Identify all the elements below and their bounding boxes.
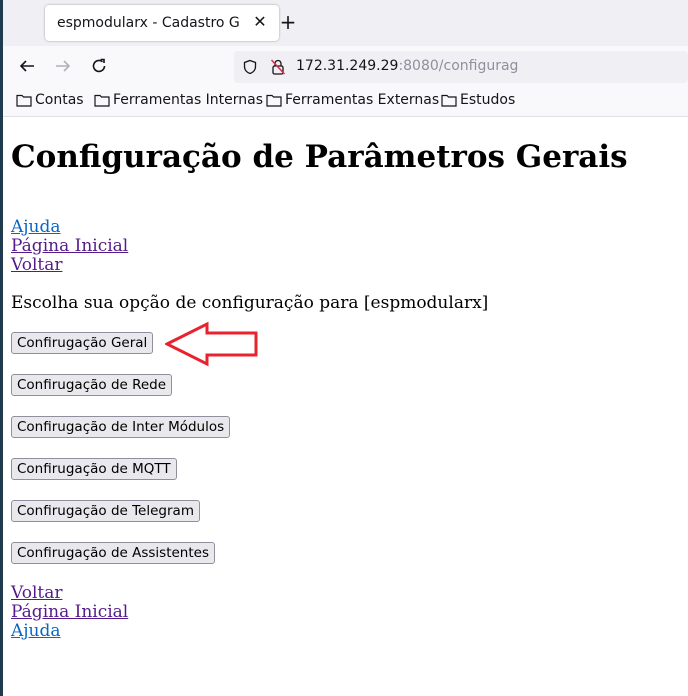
home-link-bottom[interactable]: Página Inicial <box>11 602 128 622</box>
bookmarks-bar: Contas Ferramentas Internas Ferramentas … <box>0 86 688 117</box>
bookmark-folder-contas[interactable]: Contas <box>16 92 84 108</box>
back-button[interactable] <box>15 54 39 78</box>
assistants-config-button[interactable]: Confirugação de Assistentes <box>11 542 215 564</box>
folder-icon <box>16 94 32 107</box>
mqtt-config-button[interactable]: Confirugação de MQTT <box>11 458 177 480</box>
help-link-top[interactable]: Ajuda <box>11 217 61 237</box>
back-arrow-icon <box>19 60 34 72</box>
bookmark-label: Ferramentas Externas <box>285 92 440 108</box>
url-host: 172.31.249.29 <box>296 58 399 74</box>
telegram-config-button[interactable]: Confirugação de Telegram <box>11 500 200 522</box>
window-edge <box>0 0 3 696</box>
network-config-button[interactable]: Confirugação de Rede <box>11 374 173 396</box>
config-prompt: Escolha sua opção de configuração para [… <box>11 293 489 313</box>
url-bar[interactable]: 172.31.249.29:8080/configurag <box>234 51 688 83</box>
folder-icon <box>441 94 457 107</box>
tab-title: espmodularx - Cadastro Geral <box>57 15 239 31</box>
url-text: 172.31.249.29:8080/configurag <box>296 58 518 74</box>
shield-icon <box>243 59 257 75</box>
inter-modules-config-button[interactable]: Confirugação de Inter Módulos <box>11 416 231 438</box>
folder-icon <box>266 94 282 107</box>
new-tab-button[interactable]: + <box>278 11 298 35</box>
red-arrow-annotation <box>165 321 258 367</box>
bookmark-folder-ferramentas-externas[interactable]: Ferramentas Externas <box>266 92 439 108</box>
help-link-bottom[interactable]: Ajuda <box>11 621 61 641</box>
bookmark-label: Estudos <box>460 92 516 108</box>
page-title: Configuração de Parâmetros Gerais <box>11 139 628 175</box>
bookmark-label: Ferramentas Internas <box>113 92 264 108</box>
back-link-top[interactable]: Voltar <box>11 255 62 275</box>
bookmark-folder-estudos[interactable]: Estudos <box>441 92 515 108</box>
forward-button[interactable] <box>51 54 75 78</box>
reload-button[interactable] <box>87 54 111 78</box>
reload-icon <box>92 58 106 73</box>
navigation-bar: 172.31.249.29:8080/configurag <box>0 46 688 86</box>
bookmark-label: Contas <box>35 92 84 108</box>
home-link-top[interactable]: Página Inicial <box>11 236 128 256</box>
back-link-bottom[interactable]: Voltar <box>11 583 62 603</box>
bookmark-folder-ferramentas-internas[interactable]: Ferramentas Internas <box>94 92 263 108</box>
general-config-button[interactable]: Confirugação Geral <box>11 332 154 354</box>
browser-tab[interactable]: espmodularx - Cadastro Geral ✕ <box>45 5 279 41</box>
close-tab-icon[interactable]: ✕ <box>251 13 269 31</box>
forward-arrow-icon <box>56 60 71 72</box>
tab-bar: espmodularx - Cadastro Geral ✕ + <box>0 0 688 46</box>
url-path: :8080/configurag <box>398 58 519 74</box>
insecure-lock-icon <box>270 59 286 75</box>
folder-icon <box>94 94 110 107</box>
